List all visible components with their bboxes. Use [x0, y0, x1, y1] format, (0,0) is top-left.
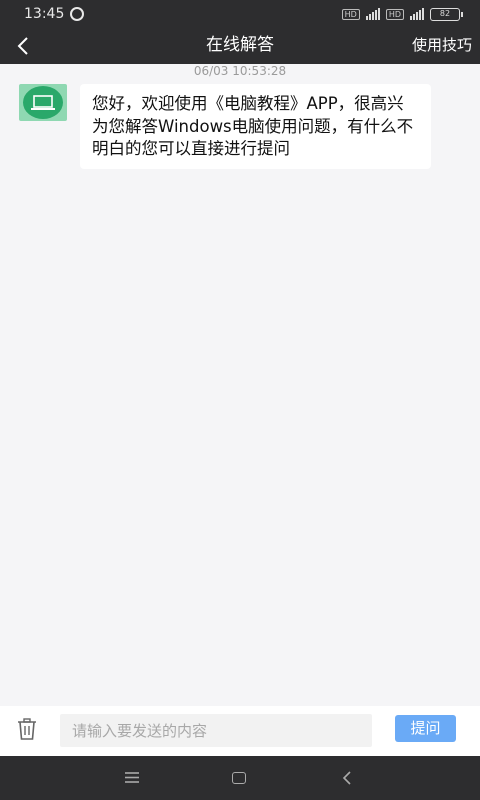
avatar-circle	[23, 86, 63, 119]
signal-icon-2	[410, 8, 424, 20]
battery-icon: 82	[430, 7, 463, 21]
signal-icon	[365, 8, 380, 20]
trash-icon[interactable]	[17, 718, 37, 740]
title-bar: 在线解答 使用技巧	[0, 28, 480, 64]
system-back-icon[interactable]	[342, 771, 352, 785]
laptop-icon	[31, 94, 55, 110]
usage-tips-link[interactable]: 使用技巧	[412, 28, 472, 64]
composer-bar: 提问	[0, 706, 480, 756]
menu-icon[interactable]	[125, 772, 139, 783]
page-title: 在线解答	[206, 35, 274, 55]
status-bar: 13:45 HD HD 82	[0, 0, 480, 28]
message-input[interactable]	[60, 714, 372, 747]
status-indicators: HD HD 82	[341, 7, 468, 21]
message-timestamp: 06/03 10:53:28	[193, 64, 287, 78]
hd-icon-2: HD	[385, 8, 404, 20]
alarm-icon	[70, 7, 85, 21]
status-time: 13:45	[24, 6, 65, 22]
message-bubble: 您好，欢迎使用《电脑教程》APP，很高兴为您解答Windows电脑使用问题，有什…	[80, 84, 431, 169]
system-nav-bar	[0, 756, 480, 800]
ask-button[interactable]: 提问	[395, 715, 456, 742]
hd-icon: HD	[341, 8, 360, 20]
home-icon[interactable]	[232, 772, 246, 784]
avatar	[19, 84, 67, 121]
